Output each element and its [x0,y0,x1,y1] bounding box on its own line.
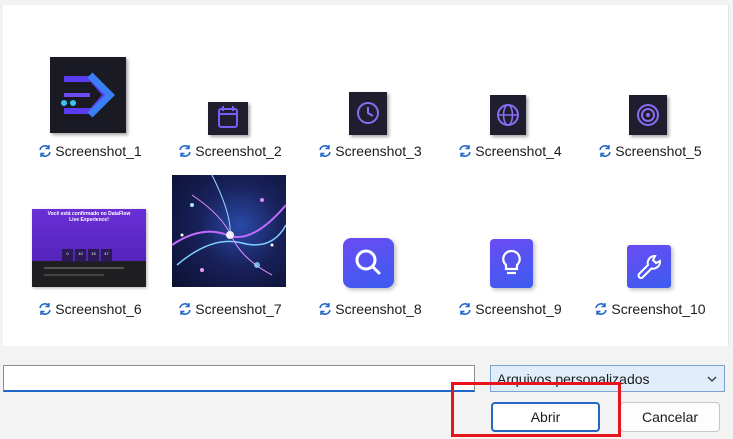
file-name: Screenshot_3 [335,143,422,159]
sync-icon [458,302,472,319]
file-item[interactable]: Screenshot_1 [20,55,160,165]
file-item[interactable]: Você está confirmado no DataFlow Live Ex… [20,173,160,317]
wrench-icon [627,245,671,288]
cancel-button[interactable]: Cancelar [620,402,720,432]
sync-icon [178,144,192,161]
webpage-preview-thumbnail: Você está confirmado no DataFlow Live Ex… [32,209,146,287]
file-item[interactable]: Screenshot_9 [440,173,580,317]
preview-countdown: 0 10 15 47 [62,242,112,262]
sync-icon [318,144,332,161]
file-item[interactable]: Screenshot_10 [580,173,720,317]
sync-icon [38,302,52,319]
sync-icon [594,302,608,319]
file-item[interactable]: Screenshot_2 [160,55,300,165]
file-name: Screenshot_6 [55,301,142,317]
abstract-network-image [172,175,286,287]
file-list-pane: Screenshot_1 Screenshot_2 Screenshot_3 S… [3,5,729,346]
file-item[interactable]: Screenshot_8 [300,173,440,317]
file-name: Screenshot_1 [55,143,142,159]
sync-icon [178,302,192,319]
file-item[interactable]: Screenshot_4 [440,55,580,165]
file-item[interactable]: Screenshot_7 [160,173,300,317]
file-name: Screenshot_2 [195,143,282,159]
file-item[interactable]: Screenshot_5 [580,55,720,165]
dataflow-logo-thumbnail [50,57,126,133]
highlight-box [451,382,621,437]
sync-icon [458,144,472,161]
file-item[interactable]: Screenshot_3 [300,55,440,165]
file-name: Screenshot_8 [335,301,422,317]
file-name: Screenshot_4 [475,143,562,159]
globe-icon [490,95,526,135]
target-icon [629,95,667,135]
chevron-down-icon [706,372,718,388]
clock-icon [349,92,387,135]
sync-icon [318,302,332,319]
calendar-icon [208,102,248,135]
file-name: Screenshot_10 [611,301,706,317]
lightbulb-icon [490,239,533,288]
search-icon [343,238,394,288]
file-name: Screenshot_9 [475,301,562,317]
sync-icon [598,144,612,161]
sync-icon [38,144,52,161]
file-name-input[interactable] [3,365,475,392]
file-name: Screenshot_7 [195,301,282,317]
preview-headline: Você está confirmado no DataFlow Live Ex… [47,211,131,223]
file-name: Screenshot_5 [615,143,702,159]
